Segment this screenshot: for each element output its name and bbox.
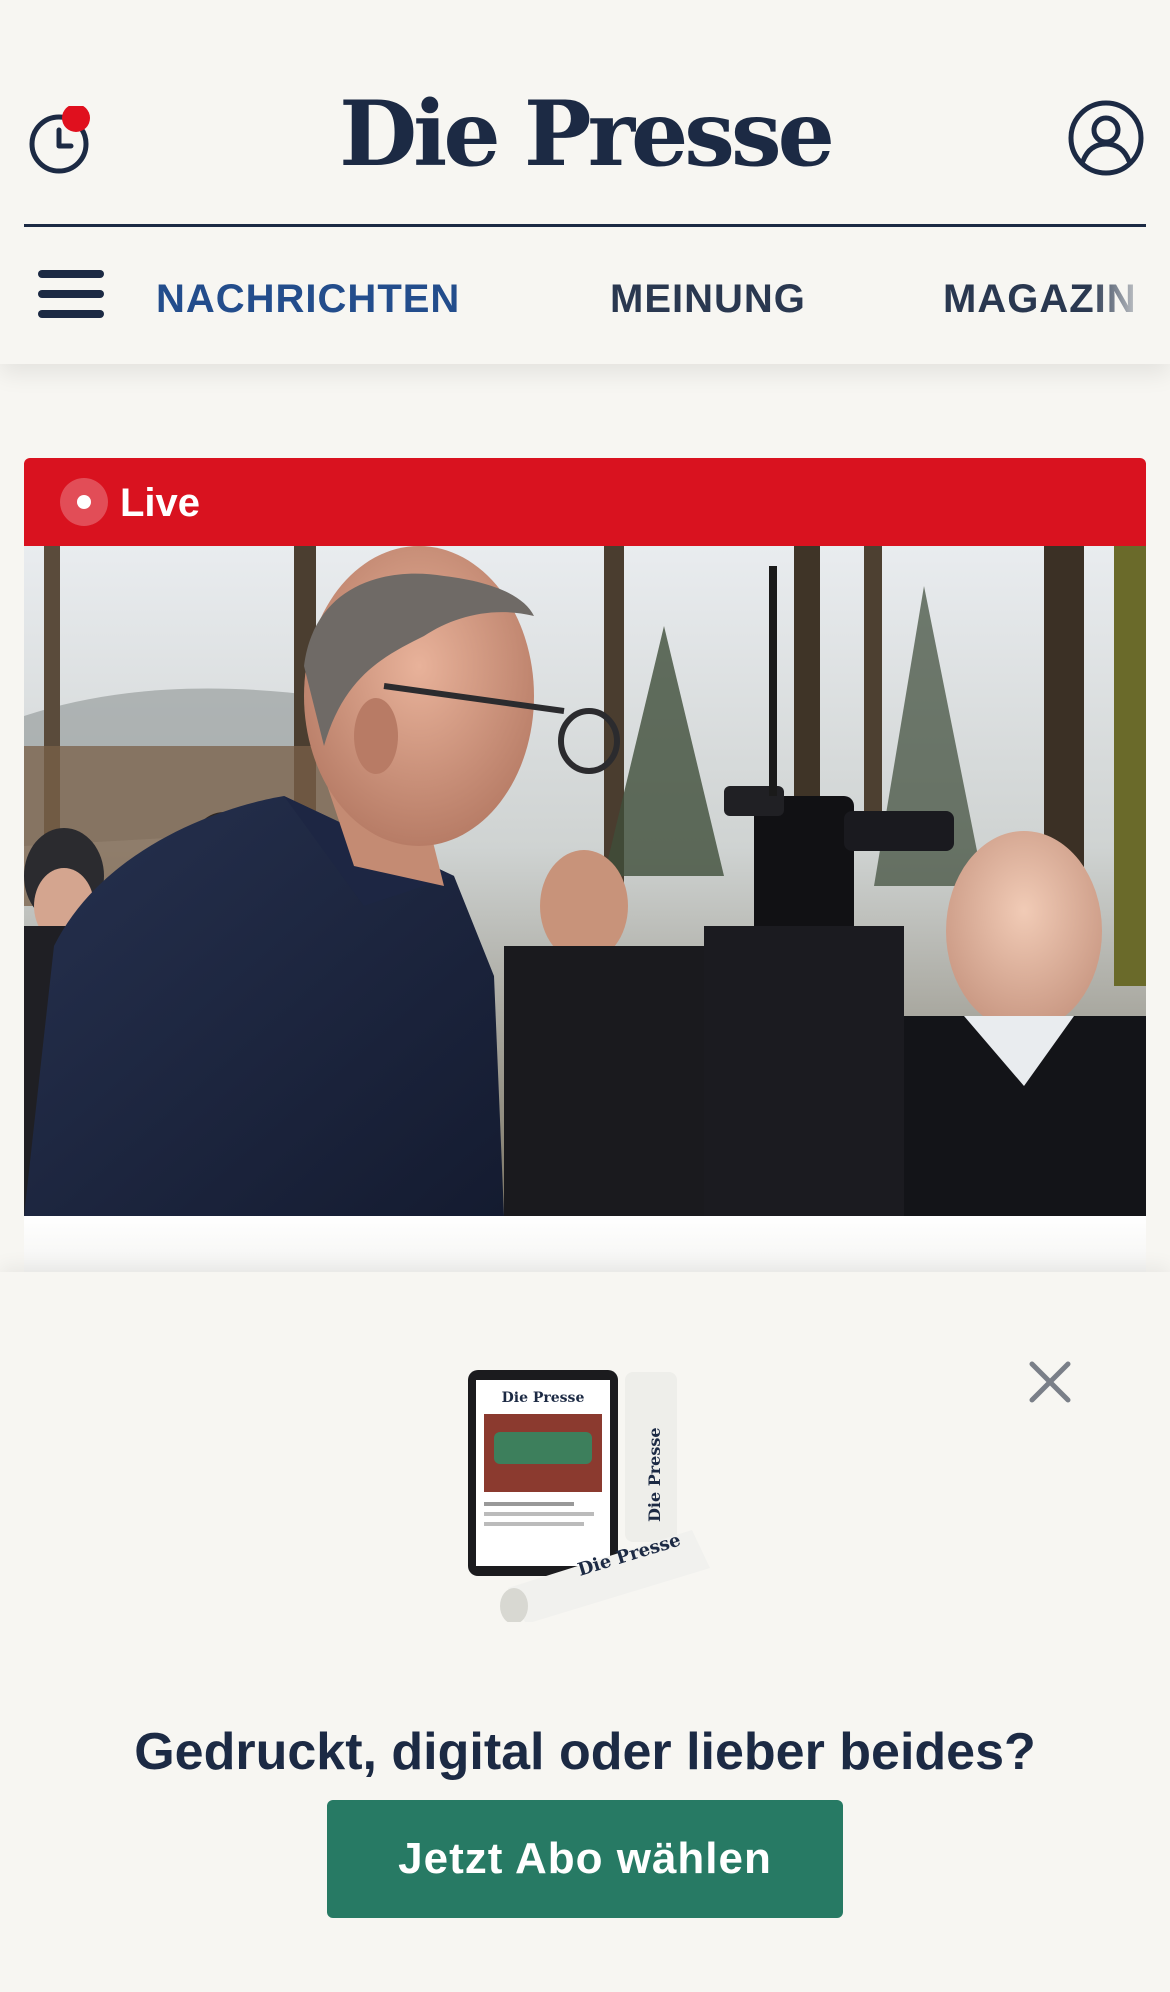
choose-subscription-button[interactable]: Jetzt Abo wählen <box>327 1800 843 1918</box>
subscription-promo-overlay: Die Presse Die Presse Die Presse Gedruck… <box>0 1272 1170 1992</box>
hamburger-menu-button[interactable] <box>38 270 106 322</box>
close-icon <box>1029 1361 1071 1403</box>
nav-scroll-fade <box>1090 262 1170 342</box>
account-button[interactable] <box>1066 98 1146 178</box>
live-indicator-icon <box>60 478 108 526</box>
nav-tab-nachrichten[interactable]: NACHRICHTEN <box>156 276 460 322</box>
article-photo[interactable] <box>24 546 1146 1216</box>
live-label: Live <box>120 481 201 525</box>
site-header: Die Presse NACHRICHTEN MEINUNG MAGAZIN <box>0 0 1170 364</box>
promo-headline: Gedruckt, digital oder lieber beides? <box>134 1723 1036 1781</box>
print-and-digital-illustration: Die Presse Die Presse Die Presse <box>468 1370 710 1622</box>
menu-icon-bar <box>38 310 104 318</box>
nav-tab-meinung[interactable]: MEINUNG <box>610 276 806 322</box>
menu-icon-bar <box>38 270 104 278</box>
article-card[interactable]: Live <box>24 458 1146 1278</box>
menu-icon-bar <box>38 290 104 298</box>
article-card-footer <box>24 1216 1146 1278</box>
rolled-paper-logo: Die Presse <box>645 1427 664 1522</box>
header-divider <box>24 224 1146 227</box>
tablet-logo: Die Presse <box>502 1390 585 1406</box>
live-banner: Live <box>24 458 1146 546</box>
site-logo[interactable]: Die Presse <box>0 84 1170 184</box>
user-icon <box>1068 100 1144 176</box>
close-promo-button[interactable] <box>1022 1354 1078 1410</box>
